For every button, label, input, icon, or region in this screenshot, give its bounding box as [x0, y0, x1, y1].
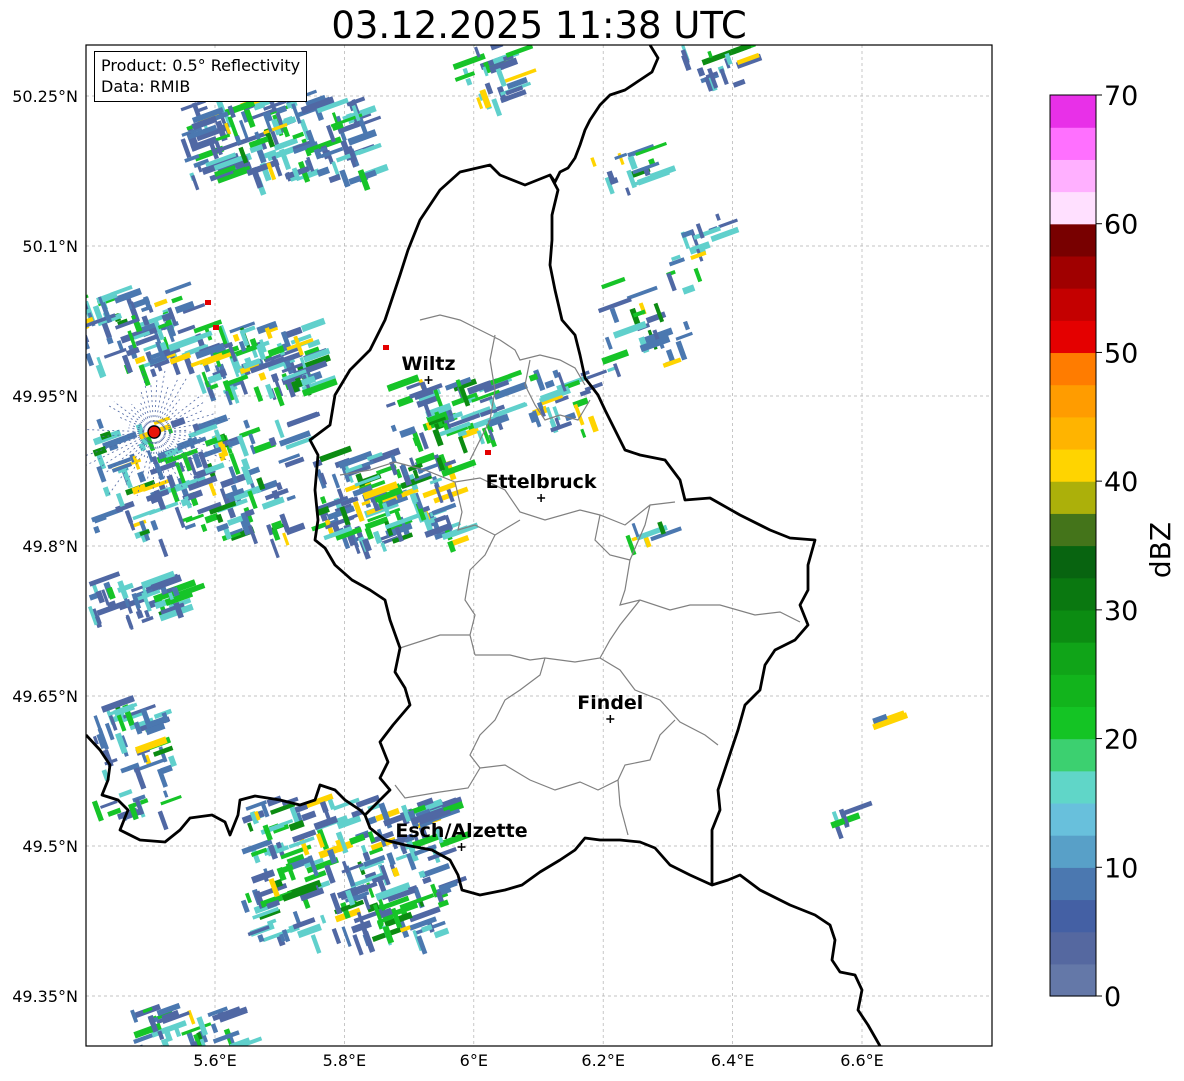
colorbar-tick-label: 10 [1104, 853, 1138, 884]
colorbar-segment [1050, 835, 1096, 868]
data-source-label: Data: RMIB [101, 77, 191, 96]
colorbar-segment [1050, 320, 1096, 354]
colorbar-label: dBZ [1144, 522, 1177, 578]
colorbar-tick-label: 30 [1104, 596, 1138, 627]
map-background [86, 45, 992, 1046]
colorbar-segment [1050, 127, 1096, 160]
lon-tick-label: 6.6°E [840, 1051, 884, 1070]
colorbar-segment [1050, 706, 1096, 740]
colorbar [1049, 94, 1097, 997]
lat-tick-label: 49.65°N [12, 687, 78, 706]
latitude-ticks: 50.25°N 50.1°N 49.95°N 49.8°N 49.65°N 49.5°N 4… [12, 87, 78, 1006]
colorbar-segment [1050, 899, 1096, 933]
city-label: Findel [577, 692, 643, 714]
colorbar-segment [1050, 931, 1096, 965]
lat-tick-label: 49.8°N [22, 537, 78, 556]
city-label: Ettelbruck [486, 471, 597, 493]
colorbar-segment [1050, 545, 1096, 579]
colorbar-segment [1050, 738, 1096, 772]
colorbar-segment [1050, 674, 1096, 707]
longitude-ticks: 5.6°E 5.8°E 6°E 6.2°E 6.4°E 6.6°E [193, 1051, 884, 1070]
product-label: Product: 0.5° Reflectivity [101, 56, 301, 75]
lat-tick-label: 49.35°N [12, 987, 78, 1006]
colorbar-segment [1050, 642, 1096, 675]
colorbar-tick-label: 40 [1104, 467, 1138, 498]
colorbar-segment [1050, 416, 1096, 450]
colorbar-segment [1050, 448, 1096, 482]
colorbar-ticks: 0 10 20 30 40 50 60 70 [1096, 81, 1138, 1013]
colorbar-segment [1050, 577, 1096, 611]
colorbar-segment [1050, 288, 1096, 321]
colorbar-segment [1050, 384, 1096, 418]
colorbar-tick-label: 20 [1104, 725, 1138, 756]
colorbar-segment [1050, 95, 1096, 128]
radar-site-marker [147, 425, 161, 439]
city-label: Wiltz [401, 353, 455, 375]
lon-tick-label: 6.2°E [581, 1051, 625, 1070]
colorbar-tick-label: 70 [1104, 81, 1138, 112]
colorbar-tick-label: 50 [1104, 338, 1138, 369]
lon-tick-label: 5.6°E [193, 1051, 237, 1070]
city-label: Esch/Alzette [395, 820, 527, 842]
colorbar-segment [1050, 255, 1096, 289]
colorbar-segment [1050, 191, 1096, 225]
colorbar-tick-label: 0 [1104, 982, 1121, 1013]
lat-tick-label: 50.1°N [22, 237, 78, 256]
colorbar-segment [1050, 963, 1096, 997]
colorbar-segment [1050, 770, 1096, 804]
radar-site [147, 425, 161, 439]
colorbar-tick-label: 60 [1104, 210, 1138, 241]
lon-tick-label: 6.4°E [711, 1051, 755, 1070]
radar-map: WiltzEttelbruckFindelEsch/Alzette 5.6°E 5… [12, 44, 1177, 1070]
colorbar-segment [1050, 867, 1096, 901]
colorbar-segment [1050, 802, 1096, 836]
colorbar-segment [1050, 609, 1096, 643]
lat-tick-label: 49.5°N [22, 837, 78, 856]
lat-tick-label: 49.95°N [12, 387, 78, 406]
colorbar-segment [1050, 223, 1096, 257]
lat-tick-label: 50.25°N [12, 87, 78, 106]
colorbar-segment [1050, 481, 1096, 514]
lon-tick-label: 6°E [460, 1051, 488, 1070]
info-box: Product: 0.5° Reflectivity Data: RMIB [94, 51, 308, 102]
colorbar-segment [1050, 159, 1096, 193]
colorbar-segment [1050, 513, 1096, 547]
lon-tick-label: 5.8°E [323, 1051, 367, 1070]
colorbar-segment [1050, 352, 1096, 386]
